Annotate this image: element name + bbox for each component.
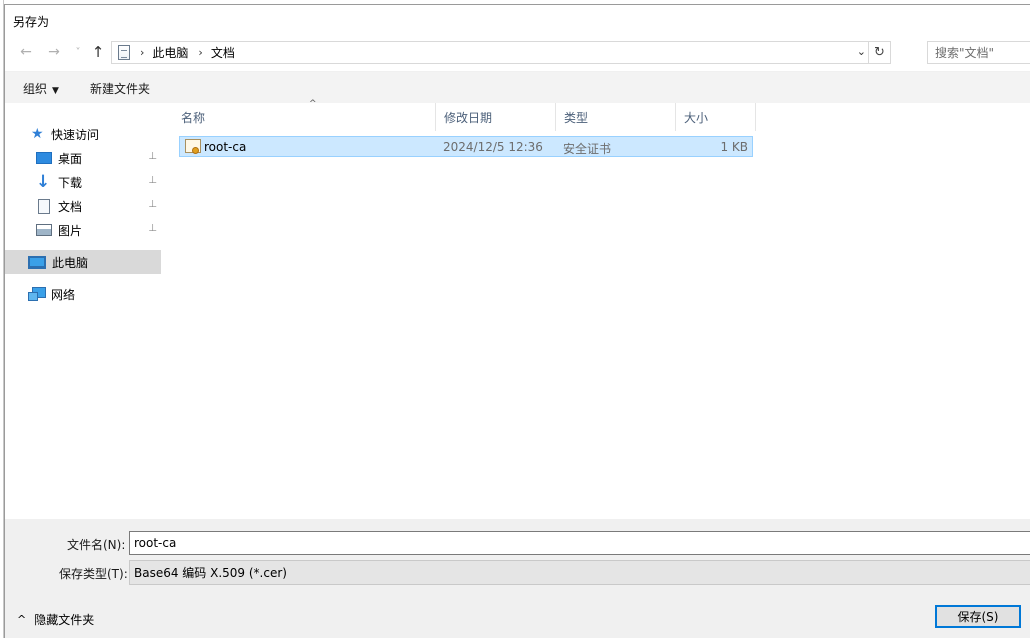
back-button[interactable]: ← — [15, 41, 37, 63]
navigation-pane: ★ 快速访问 桌面 ⊥ ↓ 下载 ⊥ 文档 ⊥ 图片 ⊥ 此电脑 网络 — [5, 103, 165, 519]
sidebar-item-label: 此电脑 — [52, 255, 89, 270]
filename-label: 文件名(N): — [67, 538, 126, 552]
chevron-up-icon: ^ — [17, 613, 27, 626]
title-bar: 另存为 — [5, 5, 1030, 37]
hide-folders-button[interactable]: ^ 隐藏文件夹 — [17, 611, 94, 628]
filename-input[interactable]: root-ca — [129, 531, 1030, 555]
desktop-icon — [36, 152, 52, 164]
pictures-icon — [36, 224, 52, 236]
command-toolbar: 组织 ▼ 新建文件夹 — [5, 71, 1030, 103]
file-name: root-ca — [204, 140, 247, 154]
sidebar-item-label: 文档 — [58, 199, 83, 214]
sidebar-item-pictures[interactable]: 图片 ⊥ — [5, 218, 161, 242]
forward-button[interactable]: → — [43, 41, 65, 63]
sort-ascending-icon: ^ — [309, 99, 317, 109]
address-bar[interactable]: › 此电脑 › 文档 ⌄ ↻ — [111, 41, 891, 64]
documents-location-icon — [118, 45, 130, 60]
sidebar-item-label: 快速访问 — [51, 127, 100, 142]
file-modified: 2024/12/5 12:36 — [443, 140, 543, 154]
up-button[interactable]: ↑ — [87, 41, 109, 63]
column-header-size[interactable]: 大小 — [676, 103, 756, 131]
download-icon: ↓ — [36, 172, 51, 192]
refresh-icon[interactable]: ↻ — [868, 42, 890, 63]
organize-button[interactable]: 组织 ▼ — [23, 80, 59, 97]
search-input[interactable]: 搜索"文档" — [927, 41, 1030, 64]
pin-icon: ⊥ — [148, 151, 157, 162]
sidebar-item-this-pc[interactable]: 此电脑 — [5, 250, 161, 274]
window-title: 另存为 — [13, 15, 50, 29]
sidebar-item-network[interactable]: 网络 — [5, 282, 161, 306]
sidebar-item-label: 图片 — [58, 223, 83, 238]
sidebar-item-desktop[interactable]: 桌面 ⊥ — [5, 146, 161, 170]
pin-icon: ⊥ — [148, 175, 157, 186]
computer-icon — [28, 255, 46, 269]
sidebar-item-quick-access[interactable]: ★ 快速访问 — [5, 122, 161, 146]
filetype-label: 保存类型(T): — [59, 567, 128, 581]
file-type: 安全证书 — [563, 142, 612, 156]
save-as-dialog: 另存为 ← → ˅ ↑ › 此电脑 › 文档 ⌄ ↻ 搜索"文档" 组织 ▼ 新建… — [4, 4, 1030, 638]
save-options-pane: 文件名(N): root-ca 保存类型(T): Base64 编码 X.509… — [5, 519, 1030, 638]
network-icon — [28, 287, 46, 301]
pin-icon: ⊥ — [148, 199, 157, 210]
breadcrumb-documents[interactable]: 文档 — [211, 44, 235, 61]
column-header-name[interactable]: 名称 ^ — [173, 99, 436, 131]
certificate-icon — [185, 139, 201, 154]
filetype-select[interactable]: Base64 编码 X.509 (*.cer) — [129, 560, 1030, 585]
sidebar-item-label: 桌面 — [58, 151, 83, 166]
hide-folders-label: 隐藏文件夹 — [34, 613, 95, 627]
sidebar-item-downloads[interactable]: ↓ 下载 ⊥ — [5, 170, 161, 194]
navigation-row: ← → ˅ ↑ › 此电脑 › 文档 ⌄ ↻ 搜索"文档" — [5, 39, 1030, 67]
file-size: 1 KB — [720, 140, 748, 154]
breadcrumb-this-pc[interactable]: 此电脑 — [152, 44, 188, 61]
star-icon: ★ — [31, 126, 44, 142]
sidebar-item-documents[interactable]: 文档 ⊥ — [5, 194, 161, 218]
sidebar-item-label: 网络 — [51, 287, 76, 302]
address-dropdown-icon[interactable]: ⌄ — [857, 45, 866, 58]
new-folder-button[interactable]: 新建文件夹 — [90, 80, 150, 97]
document-icon — [38, 198, 50, 214]
recent-locations-button[interactable]: ˅ — [67, 41, 89, 63]
column-header-modified[interactable]: 修改日期 — [436, 103, 556, 131]
column-header-type[interactable]: 类型 — [556, 103, 676, 131]
save-button[interactable]: 保存(S) — [935, 605, 1021, 628]
sidebar-item-label: 下载 — [58, 175, 83, 190]
file-row[interactable]: root-ca 2024/12/5 12:36 安全证书 1 KB — [179, 136, 753, 157]
organize-label: 组织 — [23, 82, 48, 96]
breadcrumb-separator[interactable]: › — [140, 46, 144, 59]
file-list: 名称 ^ 修改日期 类型 大小 root-ca 2024/12/5 12:36 … — [165, 99, 1030, 519]
column-name-label: 名称 — [181, 110, 206, 125]
pin-icon: ⊥ — [148, 223, 157, 234]
breadcrumb-separator[interactable]: › — [198, 46, 202, 59]
chevron-down-icon: ▼ — [52, 86, 59, 96]
